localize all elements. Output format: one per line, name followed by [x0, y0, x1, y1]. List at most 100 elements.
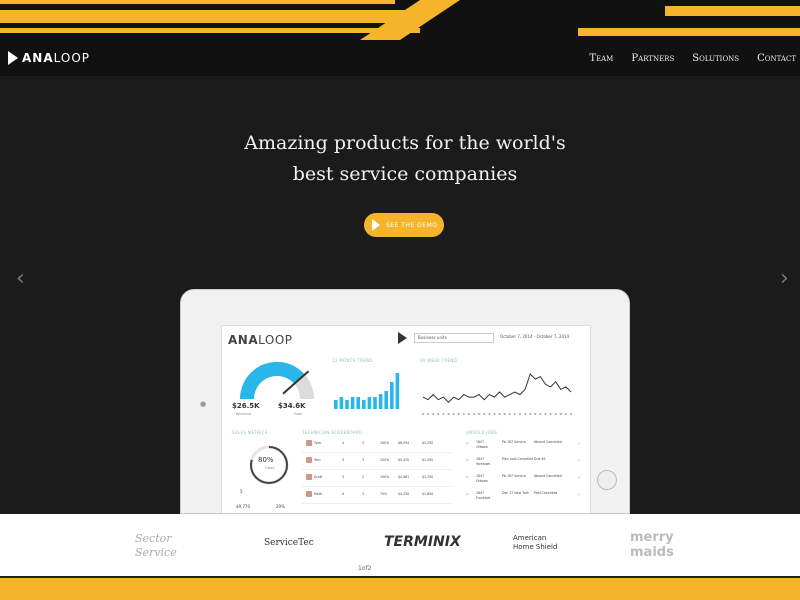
client-logos-strip: Sector Service ServiceTec TERMINIX Ameri… [0, 514, 800, 578]
job-cell: Paid Cancelled [534, 491, 558, 495]
nav-partners[interactable]: Partners [631, 53, 674, 64]
nav-team[interactable]: Team [589, 53, 613, 64]
play-logo-icon [8, 51, 18, 65]
sales-stat-3: 29% [276, 504, 285, 509]
row-divider [302, 503, 452, 504]
trend-tick [559, 413, 562, 415]
trend-tick [452, 413, 455, 415]
trend-tick [570, 413, 572, 415]
trend-tick [519, 413, 521, 415]
trend-line [422, 373, 572, 404]
trend-tick [427, 413, 429, 415]
carousel-prev-arrow[interactable]: ‹ [16, 266, 25, 291]
stripe [0, 10, 410, 23]
technician-cell: $4,250 [398, 492, 410, 496]
line-trend-title: 30 WEEK TREND [420, 358, 457, 363]
unsold-job-row[interactable]: 1847 Yorktown Plan Lost Cancelled Due $9 ▭ › [466, 457, 586, 471]
trend-tick [468, 413, 470, 415]
technician-avatar [306, 440, 312, 446]
see-demo-button[interactable]: SEE THE DEMO [364, 213, 444, 237]
carousel-next-arrow[interactable]: › [780, 266, 789, 291]
technician-cell: $1,650 [422, 492, 434, 496]
nav-solutions[interactable]: Solutions [692, 53, 739, 64]
trend-tick [463, 413, 465, 415]
unsold-job-row[interactable]: 1847 Frankfort Dec 17 New York Paid Cancell… [466, 491, 586, 505]
trend-tick [473, 413, 475, 415]
nav-links: Team Partners Solutions Contact [589, 53, 796, 64]
trend-bar [345, 400, 349, 409]
technician-cell: Tom [314, 458, 321, 462]
technician-cell: 3 [342, 458, 345, 462]
stripe [578, 28, 800, 36]
trend-tick [488, 413, 491, 415]
unsold-job-row[interactable]: 1847 Ottawa Pb 167 Service Absent Cancelled… [466, 440, 586, 454]
client-logo-merry-maids: merry maids [630, 530, 674, 560]
brand-logo[interactable]: ANALOOP [8, 51, 90, 65]
trend-tick [565, 413, 567, 415]
job-cell: Absent Cancelled [534, 440, 562, 444]
trend-tick [422, 413, 424, 415]
job-cell: 1847 [476, 457, 485, 461]
job-cell: Pb 167 Service [502, 474, 526, 478]
sales-metrics-title: SALES METRICS [232, 430, 268, 435]
unsold-job-row[interactable]: 1847 Ottawa Pb 167 Service Absent Cancelled… [466, 474, 586, 488]
unsold-jobs-title: UNSOLD JOBS [466, 430, 498, 435]
job-cell: Dec 17 New York [502, 491, 529, 495]
trend-tick [493, 413, 496, 415]
technician-cell: 100% [380, 475, 390, 479]
trend-tick [534, 413, 537, 415]
headline-line-1: Amazing products for the world's [244, 132, 566, 154]
gauge-left-value: $26.5K [232, 402, 260, 410]
trend-tick [503, 413, 506, 415]
technician-cell: 4 [342, 441, 345, 445]
technician-cell: 100% [380, 458, 390, 462]
date-range[interactable]: October 7, 2014 - October 7, 2014 [500, 334, 569, 339]
technician-cell: 75% [380, 492, 388, 496]
see-demo-label: SEE THE DEMO [386, 221, 438, 229]
gauge-right-value: $34.6K [278, 402, 306, 410]
chevron-right-icon: › [578, 492, 580, 498]
trend-tick [498, 413, 501, 415]
gauge-left-label: Revenue [236, 412, 252, 416]
technician-cell: 100% [380, 441, 390, 445]
technician-avatar [306, 491, 312, 497]
trend-bar [384, 391, 388, 409]
trend-bar [390, 382, 394, 409]
trend-tick [514, 413, 516, 415]
trend-tick [544, 413, 547, 415]
trend-tick [549, 413, 552, 415]
logo-pager: 1of2 [358, 565, 372, 572]
technician-cell: $4,981 [398, 475, 410, 479]
row-divider [302, 452, 452, 453]
business-unit-select[interactable]: Business units [414, 333, 494, 343]
job-cell: Plan Lost Cancelled [502, 457, 534, 461]
stripe [0, 28, 420, 33]
chevron-right-icon: › [578, 441, 580, 447]
technician-cell: $1,500 [422, 458, 434, 462]
technician-cell: Tyler [314, 441, 322, 445]
weekly-trend-line [422, 373, 572, 415]
stripe [0, 0, 395, 4]
technician-cell: $1,750 [422, 475, 434, 479]
trend-tick [437, 413, 440, 415]
close-rate-label: Close [265, 466, 275, 470]
chevron-right-icon: › [578, 458, 580, 464]
trend-bar [395, 373, 400, 409]
trend-bar [378, 394, 383, 409]
technician-scoreboard-title: TECHNICIAN SCOREBOARD [302, 430, 363, 435]
trend-tick [447, 413, 450, 415]
trend-tick [529, 413, 531, 415]
technician-cell: Scott [314, 475, 323, 479]
stripe [665, 6, 800, 16]
technician-cell: 4 [342, 492, 345, 496]
client-logo-sector-service: Sector Service [135, 532, 177, 559]
nav-contact[interactable]: Contact [757, 53, 796, 64]
technician-cell: 3 [362, 441, 365, 445]
trend-bar [334, 400, 338, 409]
tablet-home-button [597, 470, 617, 490]
job-cell: 1847 [476, 440, 485, 444]
technician-cell: 3 [362, 458, 365, 462]
job-card-icon: ▭ [466, 475, 470, 479]
trend-bar [362, 400, 366, 409]
brand-name: ANALOOP [22, 51, 91, 65]
